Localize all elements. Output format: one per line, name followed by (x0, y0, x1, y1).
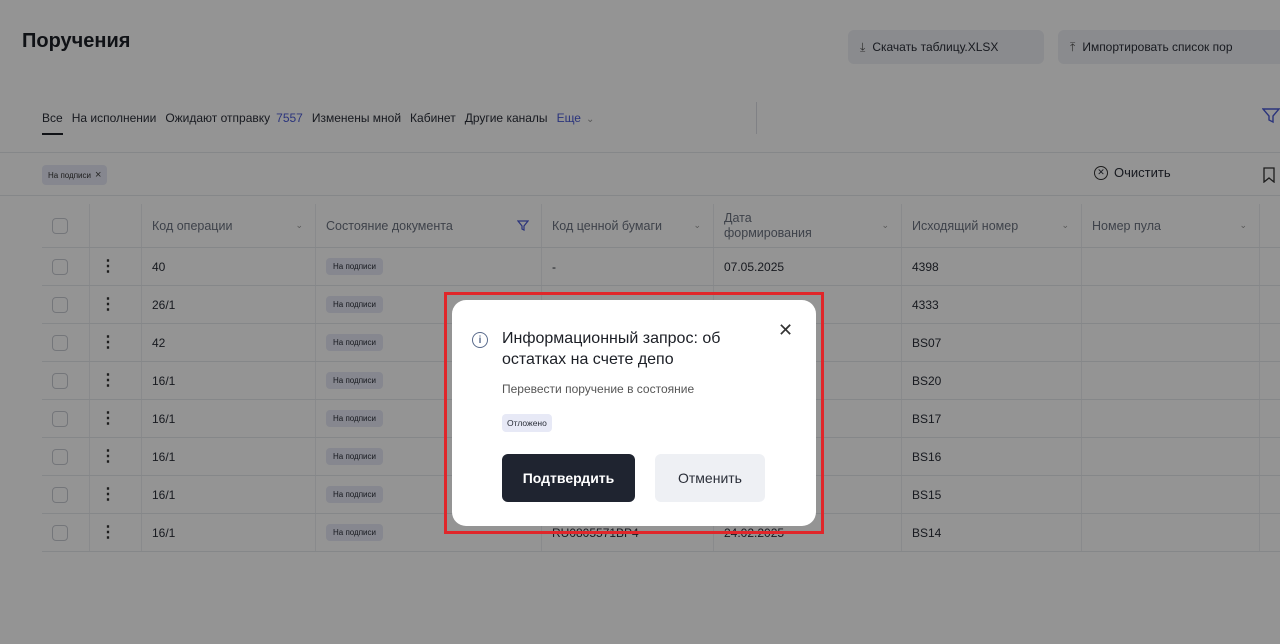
confirm-button[interactable]: Подтвердить (502, 454, 635, 502)
dialog-title: Информационный запрос: об остатках на сч… (502, 330, 721, 368)
close-icon[interactable]: ✕ (778, 320, 793, 341)
cancel-button[interactable]: Отменить (655, 454, 765, 502)
info-icon: i (472, 332, 488, 348)
dialog-subtitle: Перевести поручение в состояние (502, 382, 695, 396)
target-state-badge: Отложено (502, 414, 552, 432)
confirm-state-dialog: i Информационный запрос: об остатках на … (452, 300, 816, 526)
